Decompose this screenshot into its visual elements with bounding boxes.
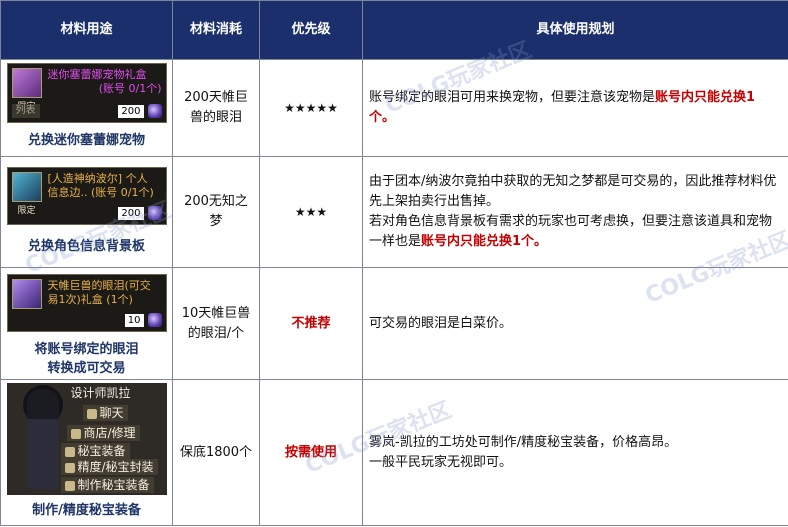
item-name: 天帷巨兽的眼泪(可交 易1次)礼盒 (1个) <box>48 279 162 307</box>
table-row: 天帷巨兽的眼泪(可交 易1次)礼盒 (1个) 10 将账号绑定的眼泪 转换成可交… <box>0 267 788 380</box>
item-name-line2: 信息边.. (账号 0/1个) <box>47 186 154 199</box>
item-name-line2: (账号 0/1个) <box>98 82 162 95</box>
priority-label: 不推荐 <box>291 315 331 331</box>
table-row: 设计师凯拉 聊天 商店/修理 秘宝装备 精度/秘宝封装 制作秘宝装备 制作/精度… <box>0 379 788 526</box>
header-row: 材料用途 材料消耗 优先级 具体使用规划 <box>0 0 788 60</box>
priority-cell: ★★★★★ <box>259 59 363 157</box>
header-material-use: 材料用途 <box>0 0 173 60</box>
item-name: [人造神纳波尔] 个人 信息边.. (账号 0/1个) <box>48 172 162 200</box>
item-name-line1: 迷你塞蕾娜宠物礼盒 <box>47 68 147 81</box>
material-cell: 天帷巨兽的眼泪(可交 易1次)礼盒 (1个) 10 将账号绑定的眼泪 转换成可交… <box>0 267 173 380</box>
material-cell: 设计师凯拉 聊天 商店/修理 秘宝装备 精度/秘宝封装 制作秘宝装备 制作/精度… <box>0 379 173 526</box>
plan-cell: 账号绑定的眼泪可用来换宠物，但要注意该宠物是账号内只能兑换1个。 <box>362 59 788 157</box>
gear-icon <box>64 446 75 457</box>
table-row: 限定 [人造神纳波尔] 个人 信息边.. (账号 0/1个) 200 兑换角色信… <box>0 156 788 268</box>
cost-cell: 保底1800个 <box>172 379 260 526</box>
menu-label: 制作秘宝装备 <box>77 478 150 492</box>
plan-paragraph-1: 由于团本/纳波尔竟拍中获取的无知之梦都是可交易的，因此推荐材料优先上架拍卖行出售… <box>369 174 777 209</box>
item-name-line1: 天帷巨兽的眼泪(可交 <box>47 279 151 292</box>
menu-label: 聊天 <box>99 406 124 420</box>
material-caption: 制作/精度秘宝装备 <box>32 503 141 518</box>
menu-label: 商店/修理 <box>83 426 136 440</box>
priority-cell: 不推荐 <box>259 267 363 380</box>
npc-menu-epic: 秘宝装备 <box>60 443 130 459</box>
list-tab: 列表 <box>11 104 40 118</box>
tear-gem-icon <box>147 104 162 118</box>
material-caption: 兑换迷你塞蕾娜宠物 <box>27 133 145 148</box>
priority-label: 按需使用 <box>284 444 337 460</box>
item-name: 迷你塞蕾娜宠物礼盒 (账号 0/1个) <box>48 68 162 96</box>
npc-menu-craft: 制作秘宝装备 <box>60 477 154 493</box>
caption-line2: 转换成可交易 <box>47 361 126 376</box>
background-board-icon <box>11 172 42 202</box>
item-card-pet-box: 限定 迷你塞蕾娜宠物礼盒 (账号 0/1个) 列表 200 <box>6 63 167 123</box>
hammer-icon <box>64 480 75 491</box>
item-qty: 10 <box>124 314 144 327</box>
table-row: 限定 迷你塞蕾娜宠物礼盒 (账号 0/1个) 列表 200 兑换迷你塞蕾娜宠物 … <box>0 59 788 157</box>
material-caption: 将账号绑定的眼泪 转换成可交易 <box>1 340 172 378</box>
plan-line-1: 雾岚-凯拉的工坊处可制作/精度秘宝装备，价格高昂。 <box>369 434 678 450</box>
tear-box-icon <box>11 279 42 309</box>
dream-gem-icon <box>147 206 162 220</box>
header-priority: 优先级 <box>259 0 363 60</box>
tear-gem-icon <box>147 313 162 327</box>
material-caption: 兑换角色信息背景板 <box>27 239 145 254</box>
npc-figure <box>26 389 59 489</box>
npc-menu-chat: 聊天 <box>82 405 128 421</box>
plan-paragraph-2: 若对角色信息背景板有需求的玩家也可考虑换，但要注意该道具和宠物一样也是账号内只能… <box>369 212 780 252</box>
item-qty: 200 <box>118 105 144 118</box>
plan-cell: 由于团本/纳波尔竟拍中获取的无知之梦都是可交易的，因此推荐材料优先上架拍卖行出售… <box>362 156 788 268</box>
material-cell: 限定 [人造神纳波尔] 个人 信息边.. (账号 0/1个) 200 兑换角色信… <box>0 156 173 268</box>
caption-line1: 将账号绑定的眼泪 <box>34 342 139 357</box>
material-cell: 限定 迷你塞蕾娜宠物礼盒 (账号 0/1个) 列表 200 兑换迷你塞蕾娜宠物 <box>0 59 173 157</box>
plan-line-2: 一般平民玩家无视即可。 <box>369 454 513 470</box>
priority-stars: ★★★ <box>294 204 328 219</box>
plan-text: 账号绑定的眼泪可用来换宠物，但要注意该宠物是 <box>369 90 656 105</box>
plan-highlight: 账号内只能兑换1个。 <box>421 234 548 249</box>
item-name-line1: [人造神纳波尔] 个人 <box>47 172 148 185</box>
pet-box-icon <box>11 68 42 98</box>
npc-menu-seal: 精度/秘宝封装 <box>60 459 158 475</box>
plan-cell: 雾岚-凯拉的工坊处可制作/精度秘宝装备，价格高昂。 一般平民玩家无视即可。 <box>362 379 788 526</box>
usage-table: 材料用途 材料消耗 优先级 具体使用规划 限定 迷你塞蕾娜宠物礼盒 (账号 0/… <box>0 0 788 526</box>
priority-cell: ★★★ <box>259 156 363 268</box>
menu-label: 秘宝装备 <box>77 444 126 458</box>
item-name-line2: 易1次)礼盒 (1个) <box>47 293 133 306</box>
cost-cell: 200天帷巨兽的眼泪 <box>172 59 260 157</box>
cost-cell: 200无知之梦 <box>172 156 260 268</box>
item-card-background: 限定 [人造神纳波尔] 个人 信息边.. (账号 0/1个) 200 <box>6 167 167 225</box>
limited-tag: 限定 <box>17 206 36 216</box>
menu-label: 精度/秘宝封装 <box>77 460 154 474</box>
priority-cell: 按需使用 <box>259 379 363 526</box>
plan-cell: 可交易的眼泪是白菜价。 <box>362 267 788 380</box>
item-qty: 200 <box>118 207 144 220</box>
cost-cell: 10天帷巨兽的眼泪/个 <box>172 267 260 380</box>
seal-icon <box>64 462 75 473</box>
header-usage-plan: 具体使用规划 <box>362 0 788 60</box>
npc-title: 设计师凯拉 <box>70 386 131 400</box>
npc-menu-screenshot: 设计师凯拉 聊天 商店/修理 秘宝装备 精度/秘宝封装 制作秘宝装备 <box>6 383 167 495</box>
header-material-cost: 材料消耗 <box>172 0 260 60</box>
wrench-icon <box>70 428 81 439</box>
item-card-tear-box: 天帷巨兽的眼泪(可交 易1次)礼盒 (1个) 10 <box>6 274 167 332</box>
chat-icon <box>86 408 97 419</box>
npc-menu-shop: 商店/修理 <box>66 425 140 441</box>
priority-stars: ★★★★★ <box>284 100 338 115</box>
